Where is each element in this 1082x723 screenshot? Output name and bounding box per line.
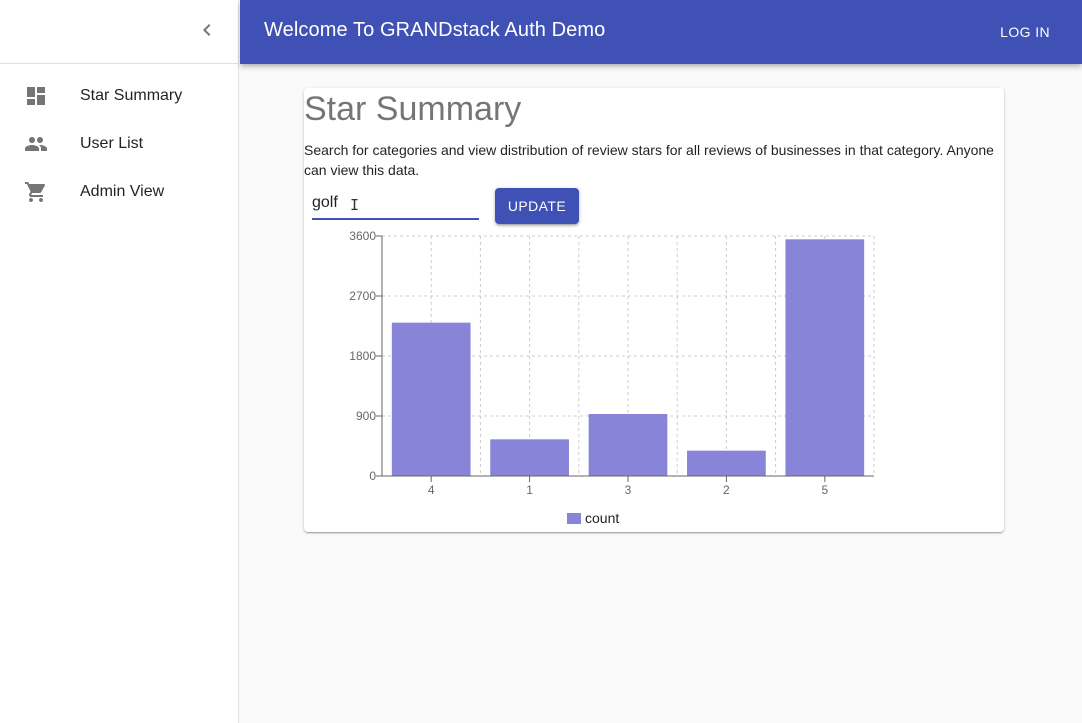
page-title: Star Summary <box>304 90 522 128</box>
app-bar: Welcome To GRANDstack Auth Demo LOG IN <box>240 0 1082 64</box>
bar-3 <box>588 414 668 476</box>
x-tick-label: 5 <box>821 483 828 497</box>
y-tick-label: 0 <box>369 469 376 483</box>
x-tick-label: 3 <box>625 483 632 497</box>
sidebar-item-admin-view[interactable]: Admin View <box>0 168 238 216</box>
dashboard-icon <box>24 84 48 108</box>
sidebar-item-star-summary[interactable]: Star Summary <box>0 72 238 120</box>
x-tick-label: 1 <box>526 483 533 497</box>
chevron-left-icon <box>195 18 219 47</box>
sidebar-item-label: Admin View <box>80 183 165 200</box>
chart-legend: count <box>567 510 619 526</box>
sidebar-drawer: Star Summary User List Admin View <box>0 0 239 723</box>
category-search-field: I <box>312 190 479 220</box>
sidebar-toolbar <box>0 0 238 64</box>
app-title: Welcome To GRANDstack Auth Demo <box>264 19 606 41</box>
sidebar-item-user-list[interactable]: User List <box>0 120 238 168</box>
people-icon <box>24 132 48 156</box>
star-distribution-chart: 0 900 1800 2700 3600 4 1 3 2 5 <box>349 229 875 497</box>
bar-1 <box>490 439 569 476</box>
collapse-sidebar-button[interactable] <box>192 17 222 47</box>
y-tick-label: 3600 <box>349 229 376 243</box>
bar-4 <box>391 322 471 476</box>
star-summary-card: Star Summary Search for categories and v… <box>304 88 1004 532</box>
y-tick-label: 2700 <box>349 289 376 303</box>
sidebar-nav: Star Summary User List Admin View <box>0 64 238 216</box>
page-description: Search for categories and view distribut… <box>304 142 994 178</box>
shopping-cart-icon <box>24 180 48 204</box>
sidebar-item-label: User List <box>80 135 144 152</box>
y-tick-label: 1800 <box>349 349 376 363</box>
login-button[interactable]: LOG IN <box>988 16 1062 48</box>
text-cursor-icon: I <box>350 196 360 214</box>
sidebar-item-label: Star Summary <box>80 87 183 104</box>
bar-5 <box>785 239 865 476</box>
bar-2 <box>687 450 766 476</box>
update-button[interactable]: UPDATE <box>495 188 579 224</box>
legend-label: count <box>585 510 620 526</box>
legend-swatch <box>567 512 581 524</box>
x-tick-label: 4 <box>428 483 435 497</box>
y-tick-label: 900 <box>356 409 376 423</box>
x-tick-label: 2 <box>723 483 730 497</box>
category-search-input[interactable] <box>312 190 479 212</box>
